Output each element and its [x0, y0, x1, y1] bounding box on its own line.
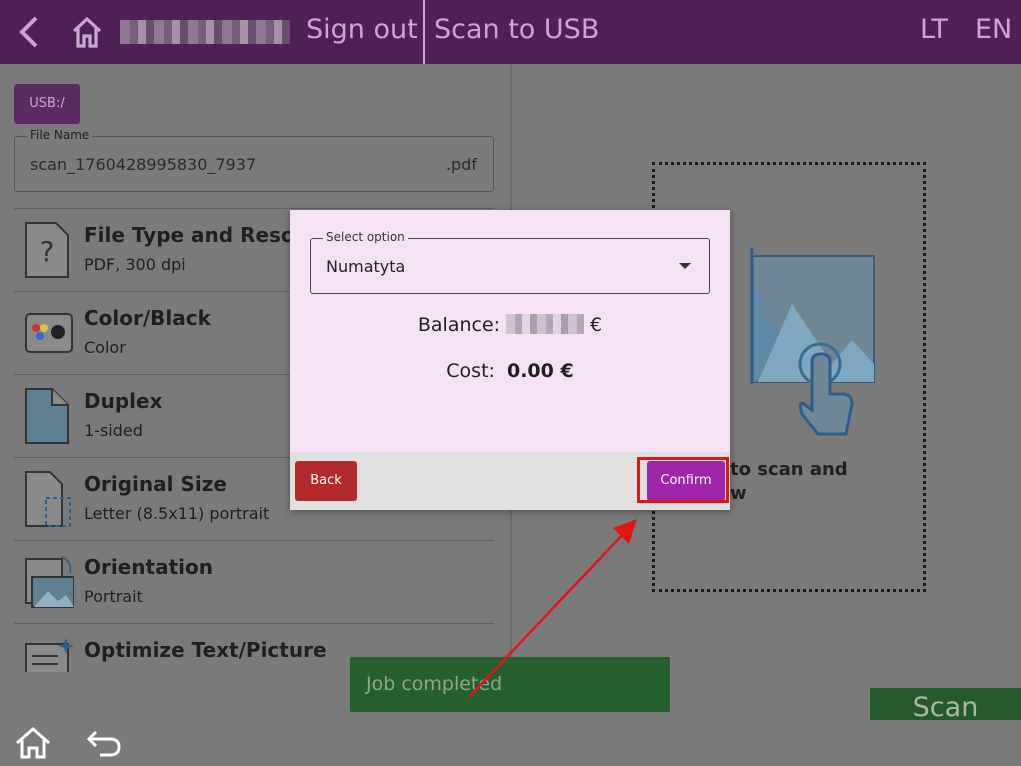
- setting-value: Portrait: [84, 587, 143, 606]
- preview-hint-text: to scan and w: [730, 458, 848, 506]
- user-name-redacted: [120, 20, 290, 44]
- balance-label: Balance:: [417, 314, 501, 336]
- setting-name: Color/Black: [84, 306, 211, 330]
- setting-name: Duplex: [84, 389, 163, 413]
- svg-text:?: ?: [40, 235, 55, 268]
- balance-row: Balance: €: [290, 314, 730, 336]
- setting-value: Letter (8.5x11) portrait: [84, 504, 270, 523]
- language-en-button[interactable]: EN: [975, 14, 1012, 45]
- balance-value-redacted: [506, 314, 585, 334]
- cost-value: 0.00 €: [506, 360, 574, 382]
- optimize-icon: [25, 638, 74, 672]
- topbar-separator: [423, 0, 425, 64]
- back-arrow-icon[interactable]: [14, 14, 44, 50]
- home-icon[interactable]: [70, 14, 104, 50]
- option-select[interactable]: Select option Numatyta: [310, 230, 710, 294]
- select-label: Select option: [323, 230, 408, 244]
- job-completed-toast: Job completed: [350, 657, 670, 712]
- balance-currency: €: [590, 314, 603, 336]
- touch-preview-illustration-icon: [750, 248, 875, 436]
- setting-name: Orientation: [84, 555, 213, 579]
- back-button[interactable]: Back: [295, 461, 357, 501]
- file-name-label: File Name: [27, 128, 93, 142]
- file-type-icon: ?: [25, 222, 69, 278]
- undo-back-icon[interactable]: [86, 728, 122, 758]
- orientation-icon: [25, 556, 74, 608]
- confirm-highlight-box: [637, 457, 729, 503]
- setting-value: PDF, 300 dpi: [84, 255, 186, 274]
- preview-hint-line2: w: [730, 483, 747, 504]
- file-extension: .pdf: [445, 155, 477, 174]
- setting-value: Color: [84, 338, 126, 357]
- color-icon: [25, 313, 73, 353]
- page-title: Scan to USB: [434, 14, 600, 45]
- original-size-icon: [25, 471, 71, 527]
- top-bar: Sign out Scan to USB LT EN: [0, 0, 1021, 64]
- setting-value: 1-sided: [84, 421, 143, 440]
- usb-destination-button[interactable]: USB:/: [14, 84, 80, 124]
- cost-label: Cost:: [446, 360, 495, 382]
- setting-orientation[interactable]: Orientation Portrait: [14, 540, 494, 623]
- dropdown-arrow-icon[interactable]: [679, 263, 691, 269]
- preview-hint-line1: to scan and: [730, 459, 848, 480]
- duplex-icon: [25, 388, 69, 444]
- cost-row: Cost: 0.00 €: [290, 360, 730, 382]
- file-name-field[interactable]: File Name scan_1760428995830_7937 .pdf: [14, 128, 494, 192]
- language-lt-button[interactable]: LT: [920, 14, 948, 45]
- select-value[interactable]: Numatyta: [326, 257, 405, 276]
- scan-button[interactable]: Scan: [870, 688, 1021, 720]
- setting-name: Original Size: [84, 472, 227, 496]
- file-name-value[interactable]: scan_1760428995830_7937: [30, 155, 256, 174]
- sign-out-button[interactable]: Sign out: [306, 14, 418, 45]
- home-icon[interactable]: [14, 726, 52, 760]
- setting-name: Optimize Text/Picture: [84, 638, 327, 662]
